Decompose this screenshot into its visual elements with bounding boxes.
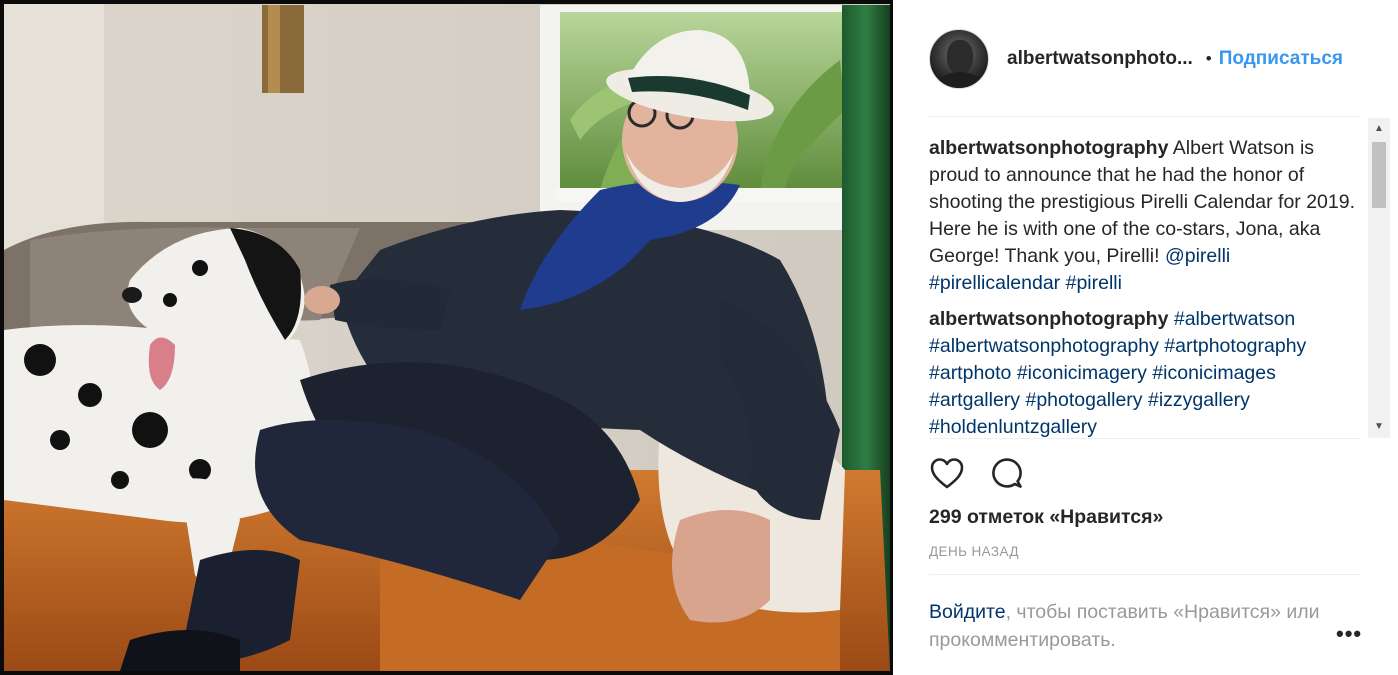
scroll-up-arrow-icon[interactable]: ▲ <box>1368 118 1390 140</box>
likes-count[interactable]: 299 отметок «Нравится» <box>929 506 1163 529</box>
hashtag[interactable]: #photogallery <box>1025 389 1142 411</box>
comments-scrollbar[interactable]: ▲ ▼ <box>1368 118 1390 438</box>
author-username[interactable]: albertwatsonphoto... <box>1007 48 1193 70</box>
hashtag[interactable]: #artgallery <box>929 389 1020 411</box>
footer-divider <box>929 574 1361 575</box>
avatar-shoulders <box>936 72 984 88</box>
post-sidebar: albertwatsonphoto... • Подписаться alber… <box>893 0 1398 675</box>
comment-caption: albertwatsonphotography Albert Watson is… <box>929 135 1361 297</box>
comment-username[interactable]: albertwatsonphotography <box>929 137 1168 159</box>
login-link[interactable]: Войдите <box>929 601 1006 623</box>
scroll-thumb[interactable] <box>1372 142 1386 208</box>
hashtag[interactable]: #artphoto <box>929 362 1011 384</box>
hashtag[interactable]: #albertwatson <box>1174 308 1295 330</box>
hashtag[interactable]: #artphotography <box>1164 335 1306 357</box>
post-header: albertwatsonphoto... • Подписаться <box>929 27 1361 91</box>
hashtag[interactable]: #holdenluntzgallery <box>929 416 1097 438</box>
hashtag[interactable]: #iconicimages <box>1152 362 1276 384</box>
comments-divider <box>929 438 1361 439</box>
comment-icon[interactable] <box>989 456 1025 492</box>
hashtag[interactable]: #pirelli <box>1066 272 1122 294</box>
scroll-down-arrow-icon[interactable]: ▼ <box>1368 416 1390 438</box>
post-timestamp: ДЕНЬ НАЗАД <box>929 544 1019 559</box>
comment-hashtags: albertwatsonphotography #albertwatson #a… <box>929 306 1361 438</box>
header-divider <box>929 116 1361 117</box>
avatar-face <box>947 40 973 74</box>
hashtag[interactable]: #pirellicalendar <box>929 272 1060 294</box>
hashtag[interactable]: @pirelli <box>1165 245 1230 267</box>
hashtag[interactable]: #izzygallery <box>1148 389 1250 411</box>
post-actions <box>929 454 1049 494</box>
post-photo-image <box>0 0 893 675</box>
hashtag[interactable]: #iconicimagery <box>1017 362 1147 384</box>
comment-username[interactable]: albertwatsonphotography <box>929 308 1168 330</box>
more-options-icon[interactable]: ••• <box>1336 622 1361 646</box>
comments-list[interactable]: albertwatsonphotography Albert Watson is… <box>929 135 1361 438</box>
heart-icon[interactable] <box>929 456 965 492</box>
follow-separator: • <box>1205 49 1212 68</box>
avatar[interactable] <box>929 29 989 89</box>
post-photo[interactable] <box>0 0 893 675</box>
follow-button[interactable]: Подписаться <box>1219 48 1343 70</box>
hashtag[interactable]: #albertwatsonphotography <box>929 335 1159 357</box>
login-prompt: Войдите, чтобы поставить «Нравится» или … <box>929 598 1329 654</box>
